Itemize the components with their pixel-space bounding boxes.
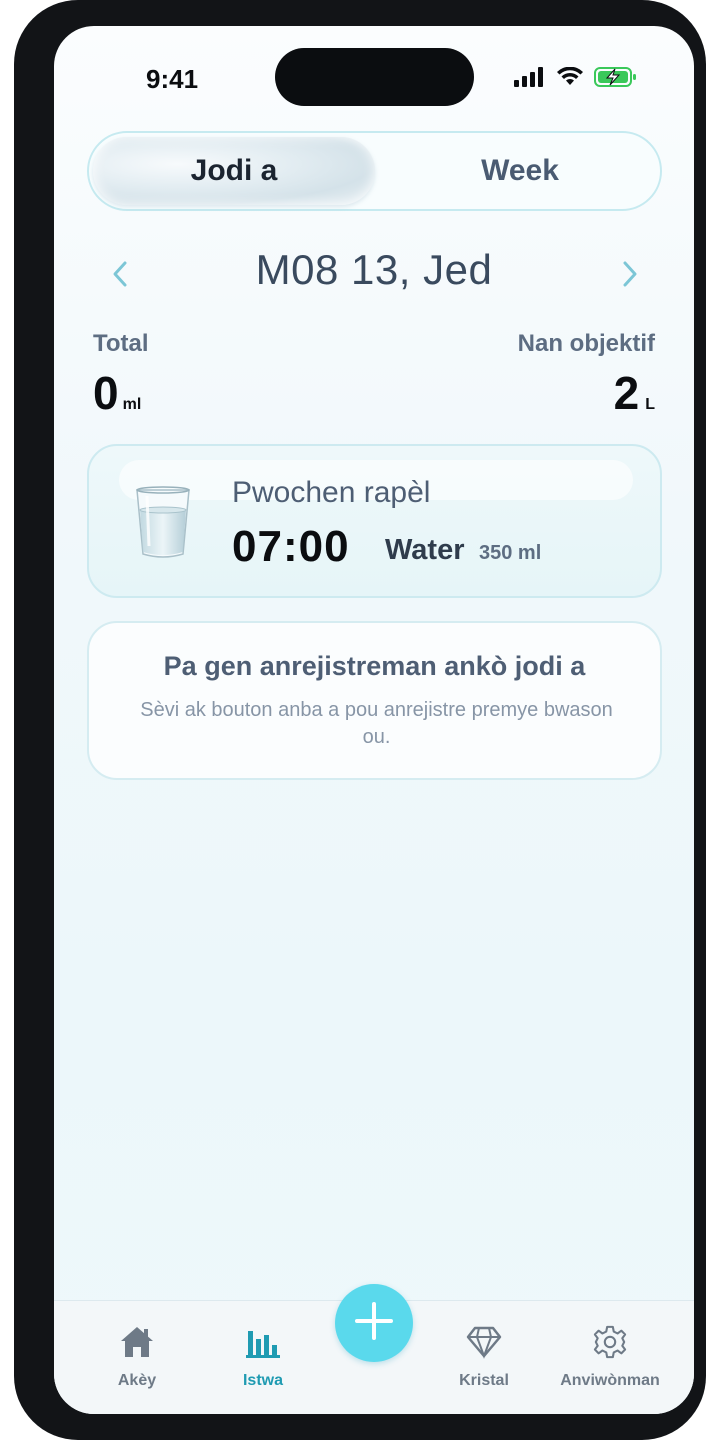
tab-home[interactable]: Akèy <box>77 1325 197 1390</box>
goal-label: Nan objektif <box>517 330 655 357</box>
plus-icon <box>353 1300 395 1347</box>
period-segmented-control: Jodi a Week <box>87 131 662 211</box>
tab-crystal-label: Kristal <box>459 1372 509 1389</box>
phone-frame: 9:41 Jodi a Week M08 13, Jed Total 0 ml … <box>14 0 706 1440</box>
reminder-time: 07:00 <box>232 522 350 571</box>
bar-chart-icon <box>245 1325 281 1364</box>
segment-today[interactable]: Jodi a <box>93 137 375 205</box>
empty-state-card: Pa gen anrejistreman ankò jodi a Sèvi ak… <box>87 621 662 780</box>
tab-settings[interactable]: Anviwònman <box>550 1325 670 1390</box>
total-unit: ml <box>122 396 142 413</box>
tab-history[interactable]: Istwa <box>203 1325 323 1390</box>
dynamic-island <box>275 48 474 106</box>
goal-value: 2L <box>614 366 655 420</box>
tab-history-label: Istwa <box>242 1372 283 1389</box>
tab-crystal[interactable]: Kristal <box>424 1325 544 1390</box>
tab-settings-label: Anviwònman <box>560 1372 660 1389</box>
gear-icon <box>592 1325 628 1364</box>
total-amount: 0 <box>93 367 119 419</box>
segment-week[interactable]: Week <box>379 137 661 205</box>
reminder-title: Pwochen rapèl <box>232 476 431 509</box>
empty-state-title: Pa gen anrejistreman ankò jodi a <box>163 651 586 681</box>
chevron-left-icon[interactable] <box>100 254 140 294</box>
reminder-drink: Water <box>385 534 465 566</box>
empty-state-description: Sèvi ak bouton anba a pou anrejistre pre… <box>140 699 613 748</box>
wifi-icon <box>556 67 584 87</box>
goal-amount: 2 <box>613 367 640 419</box>
add-drink-button[interactable] <box>335 1284 413 1362</box>
status-time: 9:41 <box>146 64 199 94</box>
next-reminder-card[interactable]: Pwochen rapèl 07:00 Water 350 ml <box>87 444 662 598</box>
total-label: Total <box>93 330 149 357</box>
date-label: M08 13, Jed <box>255 246 493 293</box>
home-icon <box>119 1325 155 1364</box>
total-value: 0 ml <box>93 366 141 420</box>
water-glass-icon <box>133 486 193 565</box>
diamond-icon <box>466 1325 502 1364</box>
status-icons <box>514 66 638 88</box>
tab-home-label: Akèy <box>117 1372 157 1389</box>
app-screen: 9:41 Jodi a Week M08 13, Jed Total 0 ml … <box>54 26 694 1414</box>
reminder-amount: 350 ml <box>479 542 542 564</box>
signal-icon <box>514 67 546 87</box>
battery-charging-icon <box>594 66 638 88</box>
chevron-right-icon[interactable] <box>610 254 650 294</box>
goal-unit: L <box>645 396 655 413</box>
